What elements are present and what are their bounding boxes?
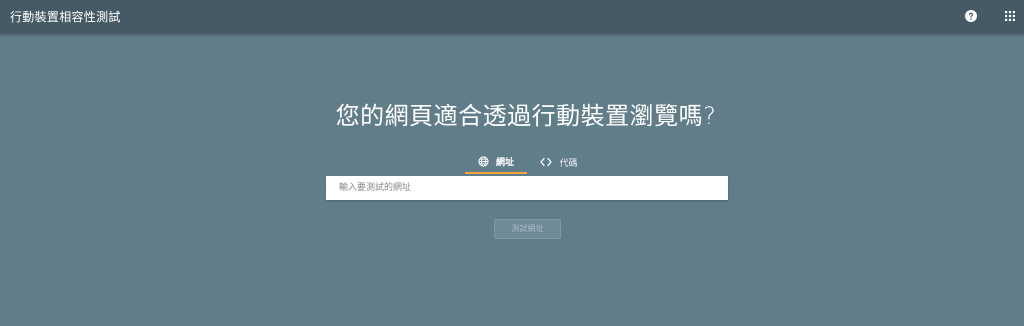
globe-icon: [478, 155, 489, 167]
apps-grid-icon[interactable]: [1005, 11, 1015, 21]
app-bar: 行動裝置相容性測試: [0, 0, 1024, 34]
app-title: 行動裝置相容性測試: [10, 10, 121, 24]
url-input[interactable]: [326, 176, 728, 200]
tab-code-label: 代碼: [559, 158, 578, 169]
page-headline: 您的網頁適合透過行動裝置瀏覽嗎?: [335, 102, 717, 130]
tab-url[interactable]: 網址: [465, 150, 527, 174]
test-url-button[interactable]: 測試網址: [494, 219, 561, 239]
tab-code[interactable]: 代碼: [533, 150, 585, 174]
tab-url-label: 網址: [495, 157, 514, 168]
help-circle-icon[interactable]: [965, 10, 977, 22]
code-icon: [540, 157, 553, 167]
